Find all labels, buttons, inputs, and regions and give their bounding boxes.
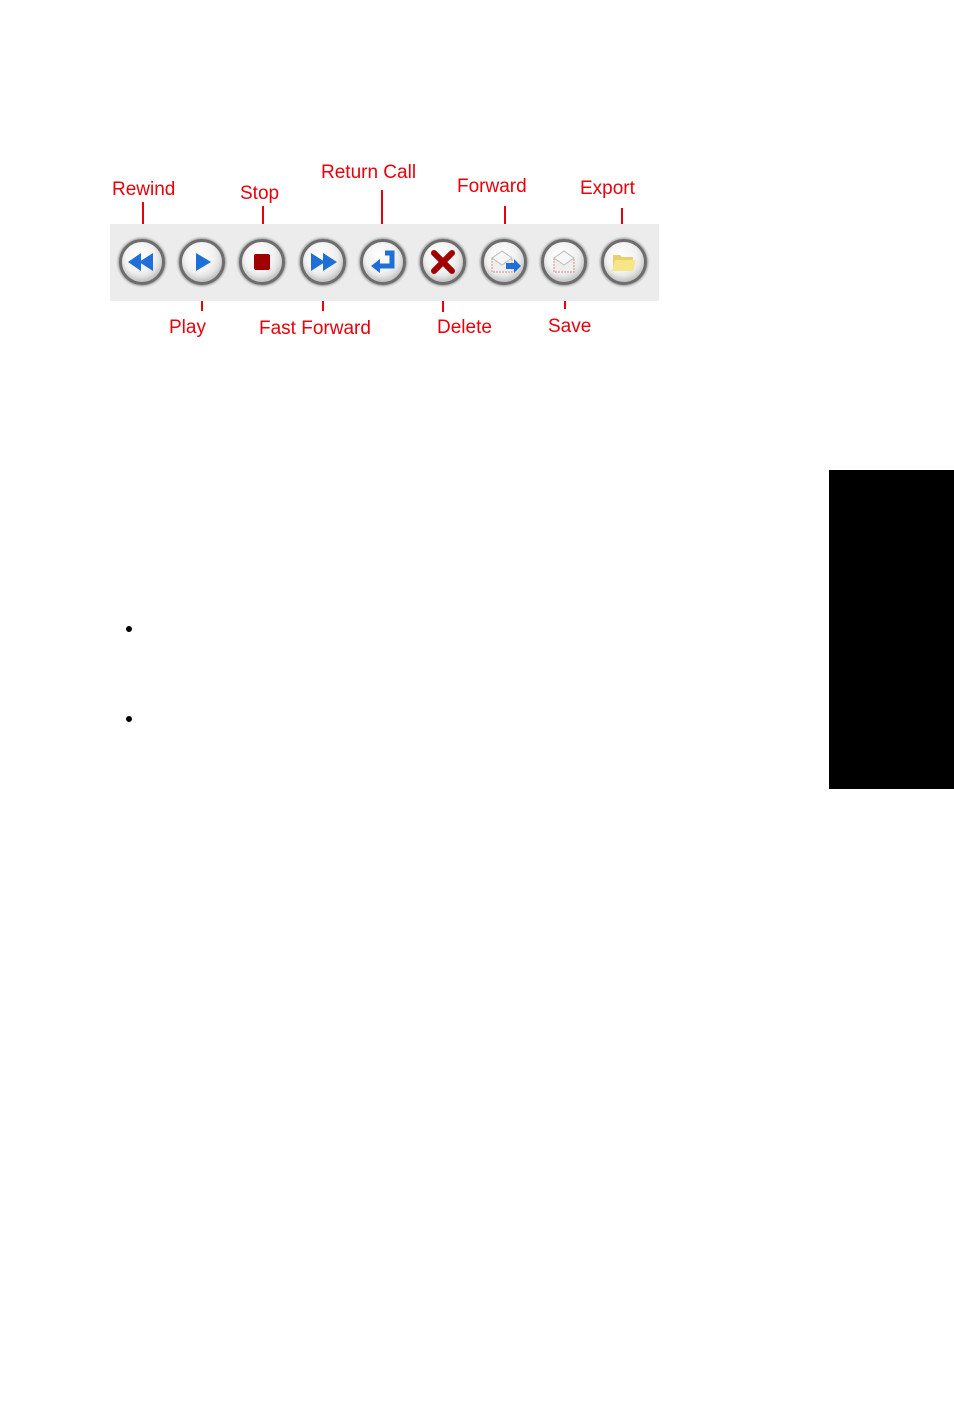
label-rewind: Rewind [112, 179, 176, 200]
bullet-point [126, 626, 132, 632]
forward-mail-icon [491, 250, 521, 273]
voicemail-player-toolbar [110, 224, 659, 301]
forward-button[interactable] [481, 239, 527, 285]
delete-icon [431, 250, 455, 274]
rewind-button[interactable] [119, 239, 165, 285]
label-return-call: Return Call [321, 162, 417, 183]
chapter-side-tab [829, 470, 954, 789]
folder-icon [612, 255, 636, 271]
rewind-icon [128, 253, 153, 271]
label-stop: Stop [240, 183, 280, 204]
label-play: Play [169, 317, 206, 338]
stop-icon [254, 254, 270, 270]
label-save: Save [548, 316, 592, 337]
return-call-button[interactable] [360, 239, 406, 285]
export-button[interactable] [601, 239, 647, 285]
label-forward: Forward [457, 176, 527, 197]
return-call-icon [371, 250, 395, 273]
label-delete: Delete [437, 317, 492, 338]
fast-forward-button[interactable] [300, 239, 346, 285]
fast-forward-icon [311, 253, 337, 271]
delete-button[interactable] [420, 239, 466, 285]
save-button[interactable] [541, 239, 587, 285]
label-fast-forward: Fast Forward [259, 318, 371, 339]
play-button[interactable] [179, 239, 225, 285]
bullet-point [126, 716, 132, 722]
label-export: Export [580, 178, 635, 199]
play-icon [196, 253, 211, 271]
save-mail-icon [553, 250, 575, 273]
stop-button[interactable] [239, 239, 285, 285]
